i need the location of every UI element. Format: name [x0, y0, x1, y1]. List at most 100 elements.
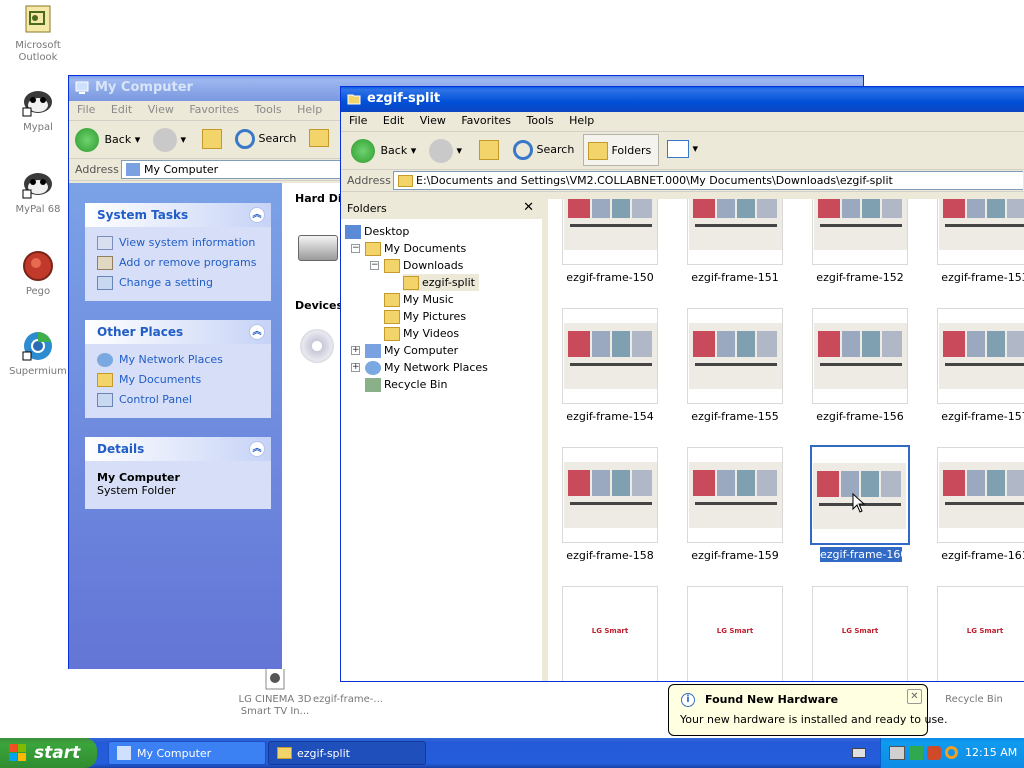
collapse-chevron-icon[interactable]: ︽ — [249, 207, 265, 223]
place-my-network-places[interactable]: My Network Places — [85, 350, 271, 370]
safely-remove-hardware-icon[interactable] — [889, 746, 905, 760]
back-button[interactable]: Back ▾ — [75, 128, 140, 152]
menu-tools[interactable]: Tools — [255, 103, 282, 116]
menu-help[interactable]: Help — [297, 103, 322, 116]
file-label[interactable]: ezgif-frame-155 — [675, 410, 795, 423]
search-button[interactable]: Search — [235, 129, 296, 149]
menu-file[interactable]: File — [349, 114, 367, 127]
desktop-icon-outlook[interactable]: Microsoft Outlook — [3, 4, 73, 64]
collapse-chevron-icon[interactable]: ︽ — [249, 324, 265, 340]
thumbnail[interactable] — [937, 447, 1024, 543]
collapse-chevron-icon[interactable]: ︽ — [249, 441, 265, 457]
clock[interactable]: 12:15 AM — [965, 746, 1017, 759]
up-folder-button[interactable] — [202, 129, 222, 152]
file-label[interactable]: ezgif-frame-151 — [675, 271, 795, 284]
search-button[interactable]: Search — [513, 140, 574, 160]
thumbnail[interactable]: LG Smart — [937, 586, 1024, 681]
views-button[interactable]: ▾ — [667, 140, 698, 158]
task-add-remove-programs[interactable]: Add or remove programs — [85, 253, 271, 273]
task-view-system-info[interactable]: View system information — [85, 233, 271, 253]
file-label[interactable]: ezgif-frame-152 — [800, 271, 920, 284]
start-button[interactable]: start — [0, 738, 97, 768]
thumbnail[interactable] — [812, 308, 908, 404]
tree-my-videos[interactable]: My Videos — [384, 325, 459, 342]
tree-my-documents[interactable]: My Documents — [365, 240, 466, 257]
file-label[interactable]: ezgif-frame-156 — [800, 410, 920, 423]
file-label[interactable]: ezgif-frame-153 — [925, 271, 1024, 284]
tree-my-music[interactable]: My Music — [384, 291, 454, 308]
security-shield-icon[interactable] — [927, 746, 941, 760]
thumbnail[interactable]: LG Smart — [812, 586, 908, 681]
tree-recycle-bin[interactable]: Recycle Bin — [365, 376, 447, 393]
desktop-icon-supermium[interactable]: Supermium — [3, 330, 73, 378]
menu-tools[interactable]: Tools — [527, 114, 554, 127]
menu-favorites[interactable]: Favorites — [189, 103, 239, 116]
menu-help[interactable]: Help — [569, 114, 594, 127]
found-hardware-balloon[interactable]: i Found New Hardware ✕ Your new hardware… — [668, 684, 947, 736]
place-my-documents[interactable]: My Documents — [85, 370, 271, 390]
expand-toggle[interactable]: + — [351, 346, 360, 355]
menu-file[interactable]: File — [77, 103, 95, 116]
cd-drive-icon[interactable] — [300, 329, 334, 363]
desktop-file-lg-cinema[interactable]: LG CINEMA 3D Smart TV In... — [236, 666, 314, 718]
forward-button[interactable]: ▾ — [429, 139, 462, 163]
address-field[interactable]: E:\Documents and Settings\VM2.COLLABNET.… — [393, 171, 1023, 190]
tree-downloads[interactable]: Downloads — [384, 257, 463, 274]
menu-view[interactable]: View — [420, 114, 446, 127]
menu-edit[interactable]: Edit — [111, 103, 132, 116]
file-label[interactable]: ezgif-frame-159 — [675, 549, 795, 562]
thumbnail[interactable] — [812, 199, 908, 265]
task-label: Add or remove programs — [119, 256, 257, 269]
folders-button[interactable] — [309, 129, 329, 147]
thumbnail[interactable]: LG Smart — [562, 586, 658, 681]
up-folder-button[interactable] — [479, 140, 499, 163]
folders-button[interactable]: Folders — [583, 134, 659, 166]
back-button[interactable]: Back ▾ — [351, 139, 416, 163]
system-tasks-header[interactable]: System Tasks ︽ — [85, 203, 271, 227]
thumbnail[interactable] — [937, 308, 1024, 404]
tree-my-computer[interactable]: My Computer — [365, 342, 458, 359]
details-header[interactable]: Details ︽ — [85, 437, 271, 461]
taskbar-button-ezgif-split[interactable]: ezgif-split — [268, 741, 426, 765]
menu-edit[interactable]: Edit — [383, 114, 404, 127]
thumbnail[interactable] — [562, 308, 658, 404]
network-icon[interactable] — [909, 746, 923, 760]
desktop-icon-mypal68[interactable]: MyPal 68 — [3, 168, 73, 216]
search-tray-icon[interactable] — [945, 746, 958, 759]
thumbnail[interactable] — [687, 308, 783, 404]
thumbnail[interactable] — [687, 199, 783, 265]
keyboard-icon[interactable] — [852, 748, 866, 758]
thumbnail[interactable] — [687, 447, 783, 543]
tree-ezgif-split[interactable]: ezgif-split — [403, 274, 479, 291]
thumbnail[interactable] — [562, 199, 658, 265]
thumbnail[interactable] — [562, 447, 658, 543]
menu-view[interactable]: View — [148, 103, 174, 116]
tree-desktop[interactable]: Desktop — [345, 223, 409, 240]
collapse-toggle[interactable]: − — [351, 244, 360, 253]
desktop-icon-pego[interactable]: Pego — [3, 250, 73, 298]
collapse-toggle[interactable]: − — [370, 261, 379, 270]
taskbar-button-my-computer[interactable]: My Computer — [108, 741, 266, 765]
menu-favorites[interactable]: Favorites — [461, 114, 511, 127]
explorer-window[interactable]: ezgif-split File Edit View Favorites Too… — [340, 86, 1024, 682]
other-places-header[interactable]: Other Places ︽ — [85, 320, 271, 344]
forward-button[interactable]: ▾ — [153, 128, 186, 152]
place-control-panel[interactable]: Control Panel — [85, 390, 271, 410]
desktop-icon-mypal[interactable]: Mypal — [3, 86, 73, 134]
tree-my-network-places[interactable]: My Network Places — [365, 359, 488, 376]
file-label-selected[interactable]: ezgif-frame-160 — [820, 547, 907, 562]
close-icon[interactable]: ✕ — [907, 689, 922, 704]
expand-toggle[interactable]: + — [351, 363, 360, 372]
file-label[interactable]: ezgif-frame-157 — [925, 410, 1024, 423]
file-label[interactable]: ezgif-frame-150 — [550, 271, 670, 284]
thumbnail[interactable] — [937, 199, 1024, 265]
tree-my-pictures[interactable]: My Pictures — [384, 308, 466, 325]
file-label[interactable]: ezgif-frame-158 — [550, 549, 670, 562]
task-change-setting[interactable]: Change a setting — [85, 273, 271, 293]
hard-drive-icon[interactable] — [298, 235, 338, 261]
file-label[interactable]: ezgif-frame-161 — [925, 549, 1024, 562]
thumbnail[interactable]: LG Smart — [687, 586, 783, 681]
file-label[interactable]: ezgif-frame-154 — [550, 410, 670, 423]
explorer-titlebar[interactable]: ezgif-split — [341, 87, 1024, 112]
close-icon[interactable]: ✕ — [523, 200, 534, 215]
